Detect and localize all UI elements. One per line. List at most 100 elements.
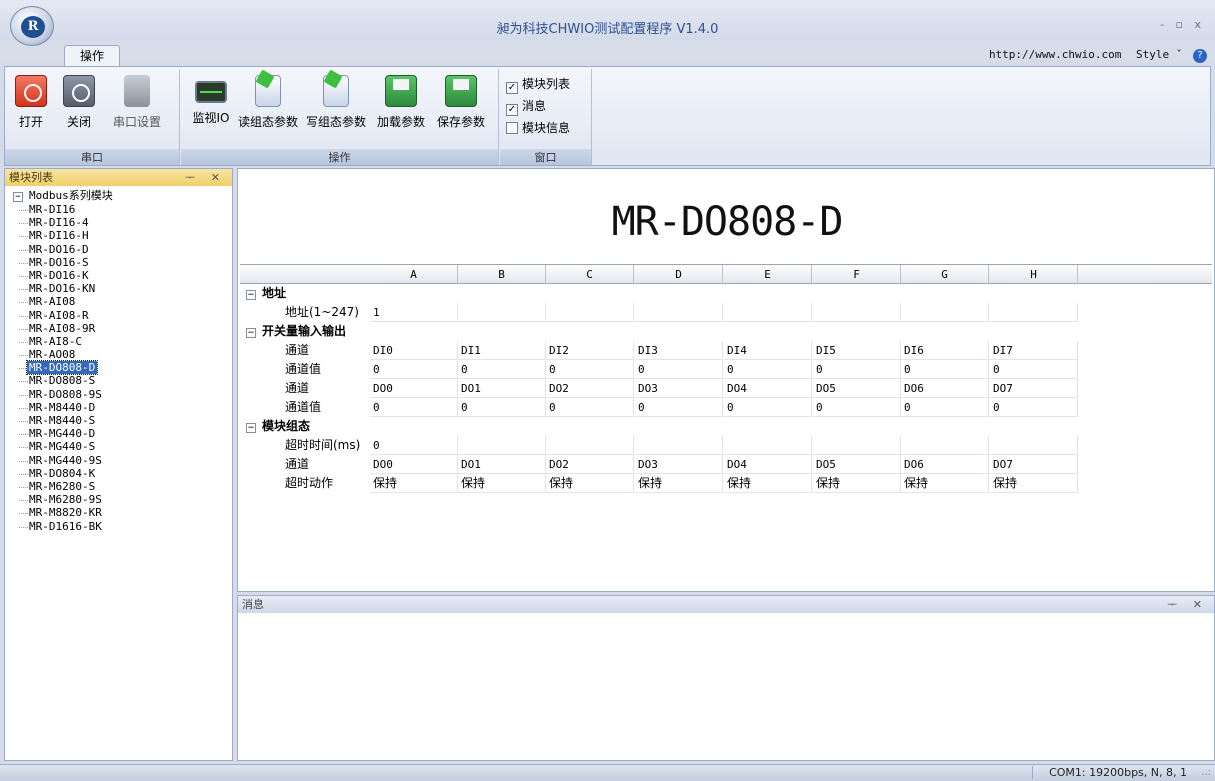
property-cell[interactable]: DO2 <box>546 379 634 398</box>
tree-item[interactable]: MR-DO804-K <box>5 467 232 480</box>
property-cell[interactable]: DO0 <box>370 455 458 474</box>
open-button[interactable]: 打开 <box>11 75 51 130</box>
property-cell[interactable] <box>901 436 989 455</box>
property-cell[interactable] <box>813 303 901 322</box>
property-cell[interactable]: DO1 <box>458 379 546 398</box>
property-cell[interactable]: DO2 <box>546 455 634 474</box>
save-params-button[interactable]: 保存参数 <box>433 75 489 130</box>
property-cell[interactable]: DO5 <box>813 455 901 474</box>
tree-item[interactable]: MR-MG440-S <box>5 440 232 453</box>
style-menu[interactable]: Style ˇ <box>1136 48 1182 61</box>
collapse-icon[interactable]: − <box>246 423 256 433</box>
tree-item[interactable]: MR-DO808-D <box>5 360 232 376</box>
property-cell[interactable]: 保持 <box>635 474 723 493</box>
property-cell[interactable] <box>458 436 546 455</box>
property-cell[interactable] <box>724 303 812 322</box>
property-cell[interactable]: 0 <box>546 360 634 379</box>
property-cell[interactable]: DO4 <box>724 455 812 474</box>
toggle-messages[interactable]: ✓ 消息 <box>506 97 546 116</box>
close-button[interactable]: 关闭 <box>59 75 99 130</box>
property-cell[interactable]: 0 <box>458 398 546 417</box>
port-settings-button[interactable]: 串口设置 <box>105 75 169 130</box>
tree-item[interactable]: MR-DI16-4 <box>5 216 232 229</box>
checkbox-module-list[interactable]: ✓ <box>506 82 518 94</box>
property-cell[interactable]: DI4 <box>724 341 812 360</box>
property-cell[interactable]: DO5 <box>813 379 901 398</box>
category-row[interactable]: − 地址 <box>240 284 1212 303</box>
tree-root[interactable]: − Modbus系列模块 <box>5 188 232 203</box>
collapse-icon[interactable]: − <box>246 328 256 338</box>
tree-item[interactable]: MR-M6280-9S <box>5 493 232 506</box>
property-cell[interactable]: DO7 <box>990 455 1078 474</box>
property-cell[interactable]: 0 <box>901 398 989 417</box>
property-cell[interactable]: 0 <box>724 360 812 379</box>
tree-item[interactable]: MR-AO08 <box>5 348 232 361</box>
tree-item[interactable]: MR-DO16-D <box>5 243 232 256</box>
property-cell[interactable]: DO3 <box>635 455 723 474</box>
property-cell[interactable]: 0 <box>370 360 458 379</box>
property-cell[interactable]: DI0 <box>370 341 458 360</box>
property-cell[interactable]: 0 <box>724 398 812 417</box>
property-cell[interactable]: 0 <box>458 360 546 379</box>
tree-item[interactable]: MR-D1616-BK <box>5 520 232 533</box>
property-cell[interactable]: DO3 <box>635 379 723 398</box>
collapse-icon[interactable]: − <box>246 290 256 300</box>
property-cell[interactable]: 1 <box>370 303 458 322</box>
monitor-io-button[interactable]: 监视IO <box>185 75 237 126</box>
help-icon[interactable]: ? <box>1193 49 1207 63</box>
property-cell[interactable] <box>546 436 634 455</box>
toggle-module-list[interactable]: ✓ 模块列表 <box>506 75 570 94</box>
property-cell[interactable]: 保持 <box>901 474 989 493</box>
column-header[interactable]: C <box>546 265 634 284</box>
property-cell[interactable]: 0 <box>635 398 723 417</box>
tree-item[interactable]: MR-DO16-S <box>5 256 232 269</box>
column-header[interactable]: B <box>458 265 546 284</box>
property-cell[interactable]: DO1 <box>458 455 546 474</box>
property-cell[interactable]: DI5 <box>813 341 901 360</box>
property-cell[interactable]: 0 <box>546 398 634 417</box>
column-header[interactable]: F <box>813 265 901 284</box>
property-cell[interactable]: DO6 <box>901 379 989 398</box>
tree-item[interactable]: MR-M8820-KR <box>5 506 232 519</box>
collapse-icon[interactable]: − <box>13 192 23 202</box>
tree-item[interactable]: MR-M8440-S <box>5 414 232 427</box>
tree-item[interactable]: MR-DO808-S <box>5 374 232 387</box>
message-pin-close-icon[interactable]: ᅮ ✕ <box>1167 596 1208 613</box>
property-cell[interactable]: DO7 <box>990 379 1078 398</box>
tree-item[interactable]: MR-AI08 <box>5 295 232 308</box>
property-cell[interactable]: DI1 <box>458 341 546 360</box>
category-row[interactable]: − 开关量输入输出 <box>240 322 1212 341</box>
category-row[interactable]: − 模块组态 <box>240 417 1212 436</box>
tree-item[interactable]: MR-MG440-D <box>5 427 232 440</box>
property-cell[interactable] <box>901 303 989 322</box>
tree-item[interactable]: MR-AI8-C <box>5 335 232 348</box>
window-controls[interactable]: - ▫ x <box>1160 18 1205 31</box>
tree-item[interactable]: MR-DO16-KN <box>5 282 232 295</box>
tree-item[interactable]: MR-DO16-K <box>5 269 232 282</box>
tree-item[interactable]: MR-DI16-H <box>5 229 232 242</box>
property-cell[interactable]: DO4 <box>724 379 812 398</box>
tab-operations[interactable]: 操作 <box>64 45 120 67</box>
tree-item[interactable]: MR-M6280-S <box>5 480 232 493</box>
read-config-button[interactable]: 读组态参数 <box>235 75 301 130</box>
column-header[interactable]: D <box>635 265 723 284</box>
property-cell[interactable]: 0 <box>990 360 1078 379</box>
checkbox-messages[interactable]: ✓ <box>506 104 518 116</box>
toggle-module-info[interactable]: 模块信息 <box>506 119 570 136</box>
property-cell[interactable]: 0 <box>813 398 901 417</box>
tree-item[interactable]: MR-MG440-9S <box>5 454 232 467</box>
panel-pin-close-icon[interactable]: ᅮ ✕ <box>185 169 226 186</box>
tree-item[interactable]: MR-DO808-9S <box>5 388 232 401</box>
tree-item[interactable]: MR-DI16 <box>5 203 232 216</box>
property-cell[interactable]: 保持 <box>370 474 458 493</box>
property-cell[interactable] <box>635 436 723 455</box>
resize-grip-icon[interactable]: ..: <box>1201 767 1211 778</box>
column-header[interactable]: H <box>990 265 1078 284</box>
property-cell[interactable]: DI2 <box>546 341 634 360</box>
property-cell[interactable]: 0 <box>370 398 458 417</box>
property-cell[interactable]: 保持 <box>458 474 546 493</box>
property-cell[interactable]: 0 <box>813 360 901 379</box>
property-cell[interactable]: DO0 <box>370 379 458 398</box>
property-cell[interactable]: 0 <box>370 436 458 455</box>
column-header[interactable]: G <box>901 265 989 284</box>
